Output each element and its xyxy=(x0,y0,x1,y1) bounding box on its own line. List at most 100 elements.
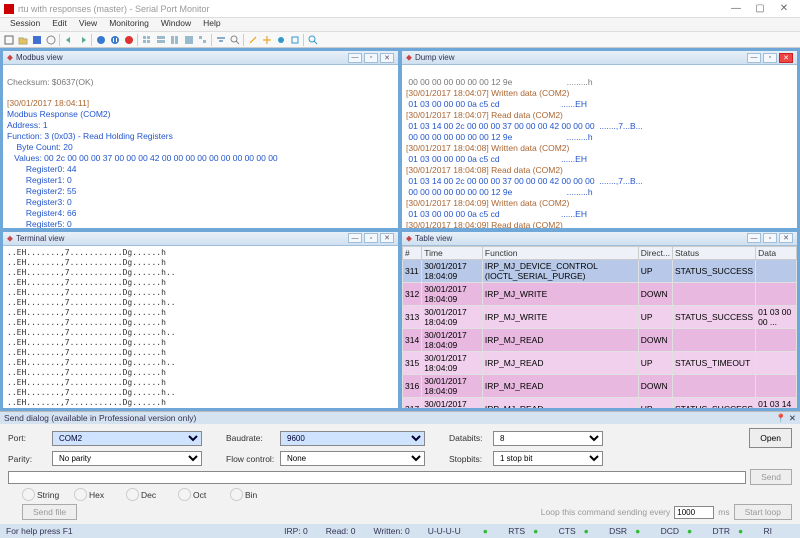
format-radio-oct[interactable]: Oct xyxy=(178,488,218,501)
back-icon[interactable] xyxy=(62,33,75,46)
flow-label: Flow control: xyxy=(226,454,276,464)
menu-help[interactable]: Help xyxy=(197,18,226,31)
port-label: Port: xyxy=(8,433,48,443)
table-header[interactable]: # xyxy=(403,246,422,259)
play-icon[interactable] xyxy=(94,33,107,46)
stopbits-select[interactable]: 1 stop bit xyxy=(493,451,603,466)
tool4-icon[interactable] xyxy=(288,33,301,46)
parity-select[interactable]: No parity xyxy=(52,451,202,466)
record-icon[interactable] xyxy=(122,33,135,46)
open-button[interactable]: Open xyxy=(749,428,792,448)
send-data-input[interactable] xyxy=(8,471,746,484)
new-icon[interactable] xyxy=(2,33,15,46)
flow-select[interactable]: None xyxy=(280,451,425,466)
minimize-icon[interactable]: — xyxy=(348,53,362,63)
close-icon[interactable]: ✕ xyxy=(779,53,793,63)
minimize-icon[interactable]: — xyxy=(747,53,761,63)
close-button[interactable]: ✕ xyxy=(772,1,796,17)
table-header[interactable]: Status xyxy=(673,246,756,259)
format-radio-string[interactable]: String xyxy=(22,488,62,501)
dump-header: ⬥Dump view—▫✕ xyxy=(402,51,797,65)
grid5-icon[interactable] xyxy=(196,33,209,46)
format-radio-dec[interactable]: Dec xyxy=(126,488,166,501)
grid1-icon[interactable] xyxy=(140,33,153,46)
restore-icon[interactable]: ▫ xyxy=(364,53,378,63)
modbus-panel: ⬥Modbus view—▫✕ Checksum: $0637(OK) [30/… xyxy=(2,50,399,229)
loop-label: Loop this command sending every xyxy=(541,507,670,517)
table-header[interactable]: Direct... xyxy=(638,246,672,259)
table-row[interactable]: 31730/01/2017 18:04:09IRP_MJ_READUPSTATU… xyxy=(403,397,797,408)
tool2-icon[interactable] xyxy=(260,33,273,46)
databits-label: Databits: xyxy=(449,433,489,443)
close-icon[interactable]: ✕ xyxy=(380,233,394,243)
table-header[interactable]: Function xyxy=(482,246,638,259)
tool3-icon[interactable] xyxy=(274,33,287,46)
table-row[interactable]: 31630/01/2017 18:04:09IRP_MJ_READDOWN xyxy=(403,374,797,397)
maximize-button[interactable]: ▢ xyxy=(748,1,772,17)
minimize-icon[interactable]: — xyxy=(348,233,362,243)
tool1-icon[interactable] xyxy=(246,33,259,46)
table-row[interactable]: 31530/01/2017 18:04:09IRP_MJ_READUPSTATU… xyxy=(403,351,797,374)
table-row[interactable]: 31430/01/2017 18:04:09IRP_MJ_READDOWN xyxy=(403,328,797,351)
app-icon xyxy=(4,4,14,14)
port-select[interactable]: COM2 xyxy=(52,431,202,446)
terminal-body[interactable]: ..EH.......,7...........Dg......h ..EH..… xyxy=(3,246,398,409)
packet-table[interactable]: #TimeFunctionDirect...StatusData 31130/0… xyxy=(402,246,797,409)
databits-select[interactable]: 8 xyxy=(493,431,603,446)
grid4-icon[interactable] xyxy=(182,33,195,46)
grid3-icon[interactable] xyxy=(168,33,181,46)
menu-view[interactable]: View xyxy=(73,18,103,31)
grid2-icon[interactable] xyxy=(154,33,167,46)
close-icon[interactable]: ✕ xyxy=(779,233,793,243)
dump-body[interactable]: 00 00 00 00 00 00 00 12 9e .........h [3… xyxy=(402,65,797,228)
table-body[interactable]: #TimeFunctionDirect...StatusData 31130/0… xyxy=(402,246,797,409)
minimize-icon[interactable]: — xyxy=(747,233,761,243)
send-dialog-header: Send dialog (available in Professional v… xyxy=(0,412,800,424)
open-icon[interactable] xyxy=(16,33,29,46)
panel-icon: ⬥ xyxy=(7,52,13,63)
forward-icon[interactable] xyxy=(76,33,89,46)
modbus-body[interactable]: Checksum: $0637(OK) [30/01/2017 18:04:11… xyxy=(3,65,398,228)
table-row[interactable]: 31130/01/2017 18:04:09IRP_MJ_DEVICE_CONT… xyxy=(403,259,797,282)
restore-icon[interactable]: ▫ xyxy=(364,233,378,243)
send-dialog: Send dialog (available in Professional v… xyxy=(0,411,800,524)
table-header[interactable]: Time xyxy=(422,246,483,259)
modbus-header: ⬥Modbus view—▫✕ xyxy=(3,51,398,65)
menu-window[interactable]: Window xyxy=(155,18,197,31)
indicator-dcd: ● DCD xyxy=(635,526,679,536)
send-file-button[interactable]: Send file xyxy=(22,504,77,520)
status-written: Written: 0 xyxy=(373,526,409,536)
loop-ms-input[interactable] xyxy=(674,506,714,519)
start-loop-button[interactable]: Start loop xyxy=(734,504,792,520)
restore-icon[interactable]: ▫ xyxy=(763,233,777,243)
format-radio-bin[interactable]: Bin xyxy=(230,488,270,501)
find-icon[interactable] xyxy=(228,33,241,46)
status-irp: IRP: 0 xyxy=(284,526,308,536)
menubar: Session Edit View Monitoring Window Help xyxy=(0,18,800,32)
window-title: rtu with responses (master) - Serial Por… xyxy=(18,4,724,14)
panel-icon: ⬥ xyxy=(406,52,412,63)
pin-icon[interactable]: 📍 ✕ xyxy=(776,413,796,424)
filter-icon[interactable] xyxy=(214,33,227,46)
format-radio-hex[interactable]: Hex xyxy=(74,488,114,501)
restore-icon[interactable]: ▫ xyxy=(763,53,777,63)
new-session-icon[interactable] xyxy=(44,33,57,46)
minimize-button[interactable]: — xyxy=(724,1,748,17)
indicator-dtr: ● DTR xyxy=(687,526,730,536)
send-button[interactable]: Send xyxy=(750,469,792,485)
menu-monitoring[interactable]: Monitoring xyxy=(103,18,155,31)
menu-session[interactable]: Session xyxy=(4,18,46,31)
toolbar xyxy=(0,32,800,48)
close-icon[interactable]: ✕ xyxy=(380,53,394,63)
baud-select[interactable]: 9600 xyxy=(280,431,425,446)
indicator-dsr: ● DSR xyxy=(584,526,627,536)
save-icon[interactable] xyxy=(30,33,43,46)
menu-edit[interactable]: Edit xyxy=(46,18,73,31)
table-row[interactable]: 31230/01/2017 18:04:09IRP_MJ_WRITEDOWN xyxy=(403,282,797,305)
zoom-icon[interactable] xyxy=(306,33,319,46)
table-row[interactable]: 31330/01/2017 18:04:09IRP_MJ_WRITEUPSTAT… xyxy=(403,305,797,328)
indicator-ri: ● RI xyxy=(738,526,772,536)
pause-icon[interactable] xyxy=(108,33,121,46)
table-header[interactable]: Data xyxy=(756,246,797,259)
dump-panel: ⬥Dump view—▫✕ 00 00 00 00 00 00 00 12 9e… xyxy=(401,50,798,229)
